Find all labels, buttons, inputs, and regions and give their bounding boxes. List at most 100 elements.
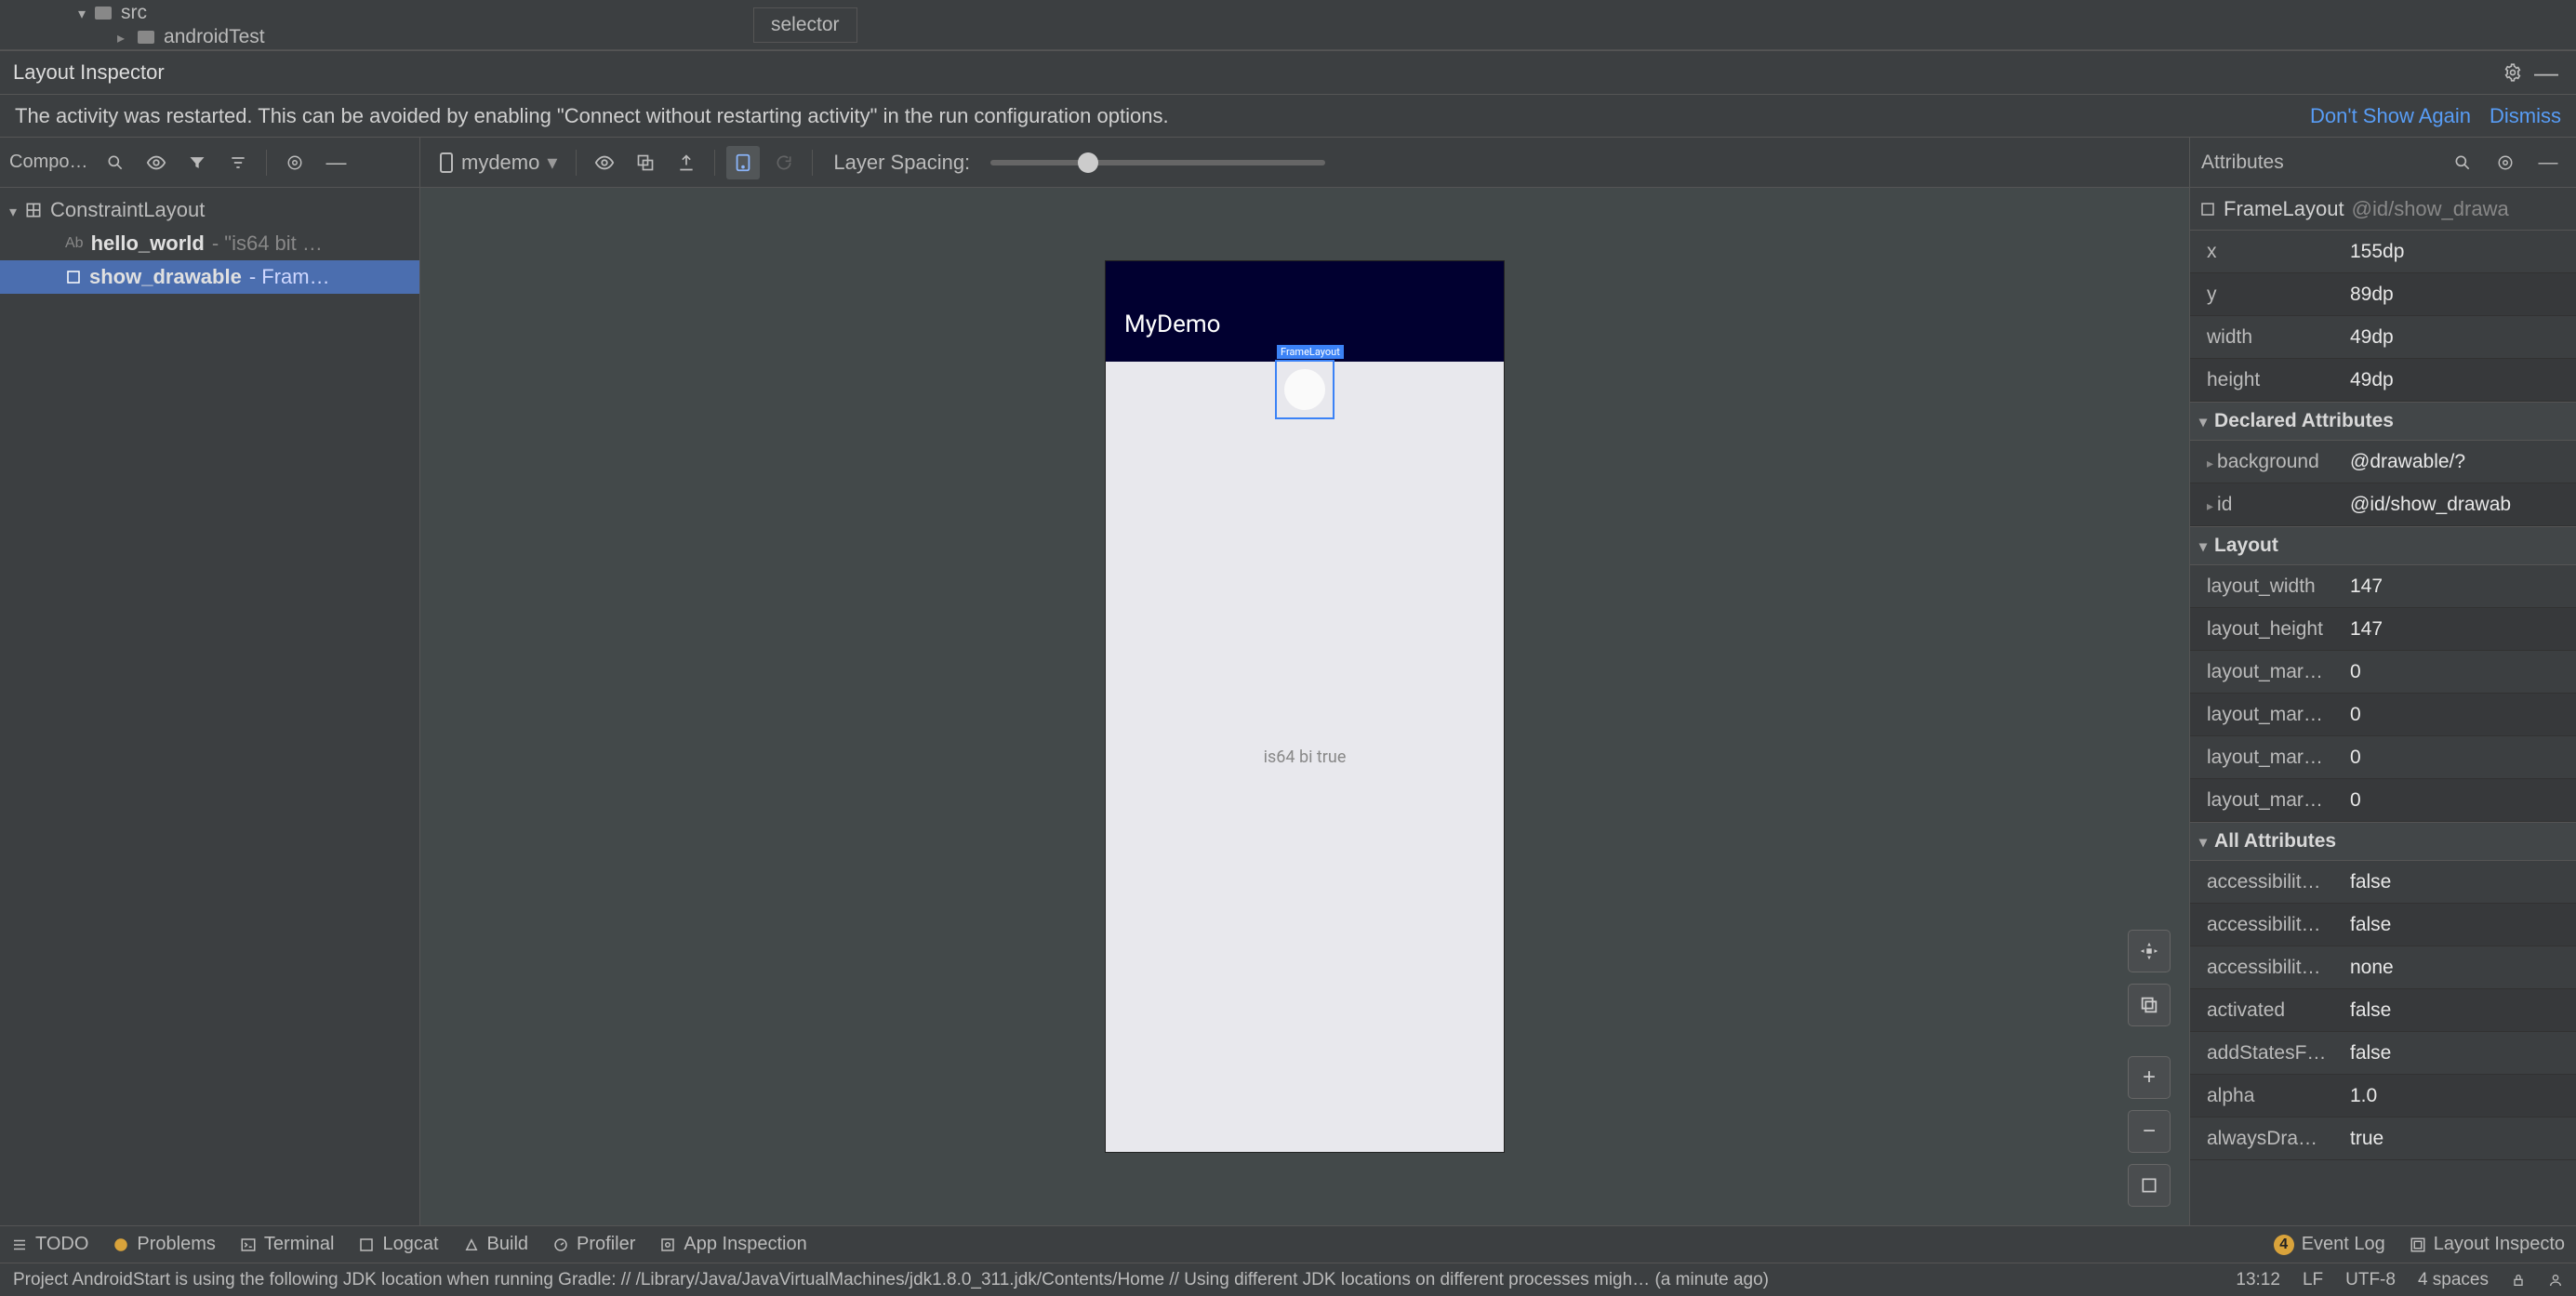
section-declared-attributes[interactable]: Declared Attributes bbox=[2190, 402, 2576, 441]
attribute-row[interactable]: layout_mar…0 bbox=[2190, 779, 2576, 822]
attribute-row[interactable]: height49dp bbox=[2190, 359, 2576, 402]
attribute-row[interactable]: ▸id@id/show_drawab bbox=[2190, 483, 2576, 526]
component-tree[interactable]: ConstraintLayout Ab hello_world - "is64 … bbox=[0, 188, 419, 1225]
device-preview: MyDemo is64 bi true bbox=[1105, 260, 1505, 1153]
gear-icon[interactable] bbox=[2496, 56, 2530, 89]
attr-value[interactable]: true bbox=[2341, 1128, 2576, 1150]
attr-value[interactable]: 0 bbox=[2341, 747, 2576, 769]
attr-value[interactable]: false bbox=[2341, 914, 2576, 936]
attribute-row[interactable]: y89dp bbox=[2190, 273, 2576, 316]
tree-label[interactable]: androidTest bbox=[164, 26, 265, 48]
attribute-row[interactable]: width49dp bbox=[2190, 316, 2576, 359]
minimize-icon[interactable]: — bbox=[319, 146, 352, 179]
attr-value[interactable]: 147 bbox=[2341, 575, 2576, 598]
attr-value[interactable]: 1.0 bbox=[2341, 1085, 2576, 1107]
slider-thumb[interactable] bbox=[1078, 152, 1098, 173]
attr-key: layout_width bbox=[2190, 575, 2341, 598]
attr-value[interactable]: 0 bbox=[2341, 704, 2576, 726]
attr-key: layout_mar… bbox=[2190, 661, 2341, 683]
zoom-in-button[interactable]: + bbox=[2128, 1056, 2171, 1099]
zoom-fit-button[interactable] bbox=[2128, 1164, 2171, 1207]
section-all-attributes[interactable]: All Attributes bbox=[2190, 822, 2576, 861]
attr-value[interactable]: 155dp bbox=[2341, 241, 2576, 263]
tree-row-show-drawable[interactable]: show_drawable - Fram… bbox=[0, 260, 419, 294]
gear-icon[interactable] bbox=[2489, 146, 2522, 179]
tab-app-inspection[interactable]: App Inspection bbox=[659, 1234, 806, 1255]
attr-value[interactable]: 49dp bbox=[2341, 326, 2576, 349]
attribute-row[interactable]: accessibilit…none bbox=[2190, 946, 2576, 989]
status-encoding[interactable]: UTF-8 bbox=[2345, 1270, 2396, 1290]
live-updates-icon[interactable] bbox=[726, 146, 760, 179]
attribute-row[interactable]: activatedfalse bbox=[2190, 989, 2576, 1032]
tree-label[interactable]: src bbox=[121, 2, 147, 24]
tab-build[interactable]: Build bbox=[463, 1234, 528, 1255]
dismiss-link[interactable]: Dismiss bbox=[2490, 104, 2561, 128]
attribute-row[interactable]: accessibilit…false bbox=[2190, 861, 2576, 904]
eye-icon[interactable] bbox=[139, 146, 173, 179]
attr-value[interactable]: false bbox=[2341, 871, 2576, 893]
attribute-row[interactable]: alpha1.0 bbox=[2190, 1075, 2576, 1117]
gear-icon[interactable] bbox=[278, 146, 312, 179]
attr-value[interactable]: @drawable/? bbox=[2341, 451, 2576, 473]
editor-tab[interactable]: selector bbox=[753, 7, 857, 43]
tab-event-log[interactable]: 4Event Log bbox=[2274, 1234, 2385, 1255]
attribute-row[interactable]: ▸background@drawable/? bbox=[2190, 441, 2576, 483]
tab-terminal[interactable]: Terminal bbox=[240, 1234, 335, 1255]
status-line-ending[interactable]: LF bbox=[2303, 1270, 2323, 1290]
tree-row-constraintlayout[interactable]: ConstraintLayout bbox=[0, 193, 419, 227]
person-icon[interactable] bbox=[2548, 1273, 2563, 1288]
attribute-row[interactable]: addStatesF…false bbox=[2190, 1032, 2576, 1075]
layers-icon[interactable] bbox=[2128, 984, 2171, 1026]
section-layout[interactable]: Layout bbox=[2190, 526, 2576, 565]
pan-icon[interactable] bbox=[2128, 930, 2171, 972]
attr-value[interactable]: @id/show_drawab bbox=[2341, 494, 2576, 516]
lock-icon[interactable] bbox=[2511, 1273, 2526, 1288]
selected-view-overlay[interactable] bbox=[1275, 360, 1334, 419]
tab-problems[interactable]: Problems bbox=[113, 1234, 215, 1255]
zoom-out-button[interactable]: − bbox=[2128, 1110, 2171, 1153]
status-indent[interactable]: 4 spaces bbox=[2418, 1270, 2489, 1290]
tree-row-hello-world[interactable]: Ab hello_world - "is64 bit … bbox=[0, 227, 419, 260]
layer-spacing-slider[interactable] bbox=[990, 160, 1325, 165]
preview-canvas[interactable]: MyDemo is64 bi true + − bbox=[420, 188, 2189, 1225]
minimize-icon[interactable]: — bbox=[2530, 56, 2563, 89]
attr-value[interactable]: none bbox=[2341, 957, 2576, 979]
chevron-down-icon[interactable] bbox=[78, 2, 86, 24]
tab-profiler[interactable]: Profiler bbox=[552, 1234, 635, 1255]
search-icon[interactable] bbox=[2446, 146, 2479, 179]
selected-class: FrameLayout bbox=[2224, 197, 2344, 221]
chevron-down-icon[interactable] bbox=[9, 198, 17, 222]
tab-layout-inspector[interactable]: Layout Inspecto bbox=[2410, 1234, 2565, 1255]
attr-value[interactable]: false bbox=[2341, 999, 2576, 1022]
attr-value[interactable]: 49dp bbox=[2341, 369, 2576, 391]
filter-icon[interactable] bbox=[180, 146, 214, 179]
attribute-row[interactable]: alwaysDra…true bbox=[2190, 1117, 2576, 1160]
eye-icon[interactable] bbox=[588, 146, 621, 179]
attr-value[interactable]: false bbox=[2341, 1042, 2576, 1065]
attr-value[interactable]: 0 bbox=[2341, 661, 2576, 683]
attribute-row[interactable]: layout_mar…0 bbox=[2190, 694, 2576, 736]
attribute-row[interactable]: x155dp bbox=[2190, 231, 2576, 273]
tab-todo[interactable]: TODO bbox=[11, 1234, 88, 1255]
attribute-row[interactable]: layout_height147 bbox=[2190, 608, 2576, 651]
tab-logcat[interactable]: Logcat bbox=[358, 1234, 438, 1255]
attribute-row[interactable]: layout_mar…0 bbox=[2190, 651, 2576, 694]
dont-show-again-link[interactable]: Don't Show Again bbox=[2310, 104, 2471, 128]
attr-value[interactable]: 147 bbox=[2341, 618, 2576, 641]
attr-value[interactable]: 0 bbox=[2341, 789, 2576, 812]
project-tree-fragment: src androidTest bbox=[0, 0, 2576, 50]
attribute-row[interactable]: layout_width147 bbox=[2190, 565, 2576, 608]
attribute-row[interactable]: accessibilit…false bbox=[2190, 904, 2576, 946]
attribute-row[interactable]: layout_mar…0 bbox=[2190, 736, 2576, 779]
attr-key: ▸id bbox=[2190, 494, 2341, 516]
panel-title: Layout Inspector bbox=[13, 60, 165, 85]
minimize-icon[interactable]: — bbox=[2531, 146, 2565, 179]
search-icon[interactable] bbox=[99, 146, 132, 179]
device-dropdown[interactable]: mydemo ▾ bbox=[432, 147, 564, 179]
refresh-icon[interactable] bbox=[767, 146, 801, 179]
overlay-icon[interactable] bbox=[629, 146, 662, 179]
attr-value[interactable]: 89dp bbox=[2341, 284, 2576, 306]
filter2-icon[interactable] bbox=[221, 146, 255, 179]
chevron-right-icon[interactable] bbox=[117, 26, 128, 48]
export-icon[interactable] bbox=[670, 146, 703, 179]
